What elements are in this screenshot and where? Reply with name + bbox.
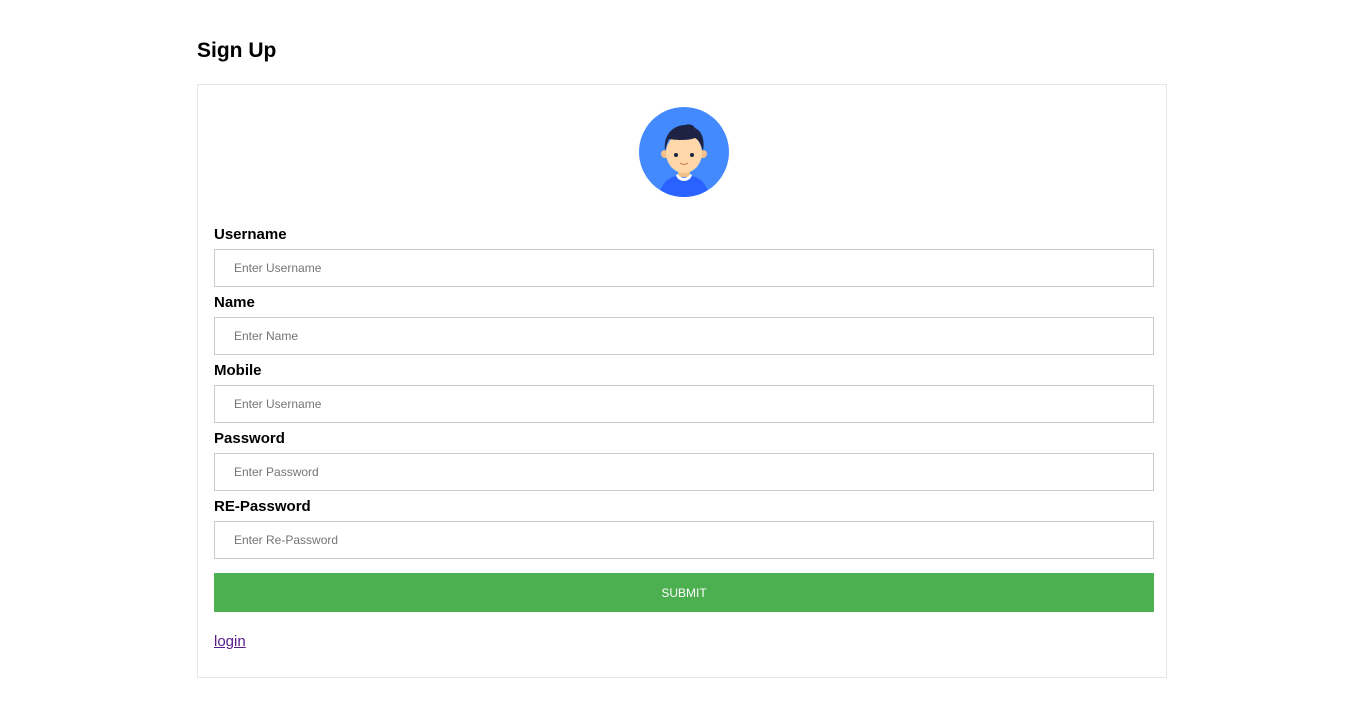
- name-input[interactable]: [214, 317, 1154, 355]
- name-label: Name: [214, 294, 255, 311]
- re-password-input[interactable]: [214, 521, 1154, 559]
- user-avatar-icon: [639, 107, 729, 197]
- submit-button[interactable]: SUBMIT: [214, 573, 1154, 612]
- password-input[interactable]: [214, 453, 1154, 491]
- mobile-input[interactable]: [214, 385, 1154, 423]
- login-link[interactable]: login: [214, 633, 246, 651]
- username-label: Username: [214, 226, 287, 243]
- password-label: Password: [214, 430, 285, 447]
- page-title: Sign Up: [197, 39, 277, 62]
- mobile-label: Mobile: [214, 362, 262, 379]
- re-password-label: RE-Password: [214, 498, 311, 515]
- username-input[interactable]: [214, 249, 1154, 287]
- signup-card: Username Name Mobile Password RE-Passwor…: [197, 84, 1167, 678]
